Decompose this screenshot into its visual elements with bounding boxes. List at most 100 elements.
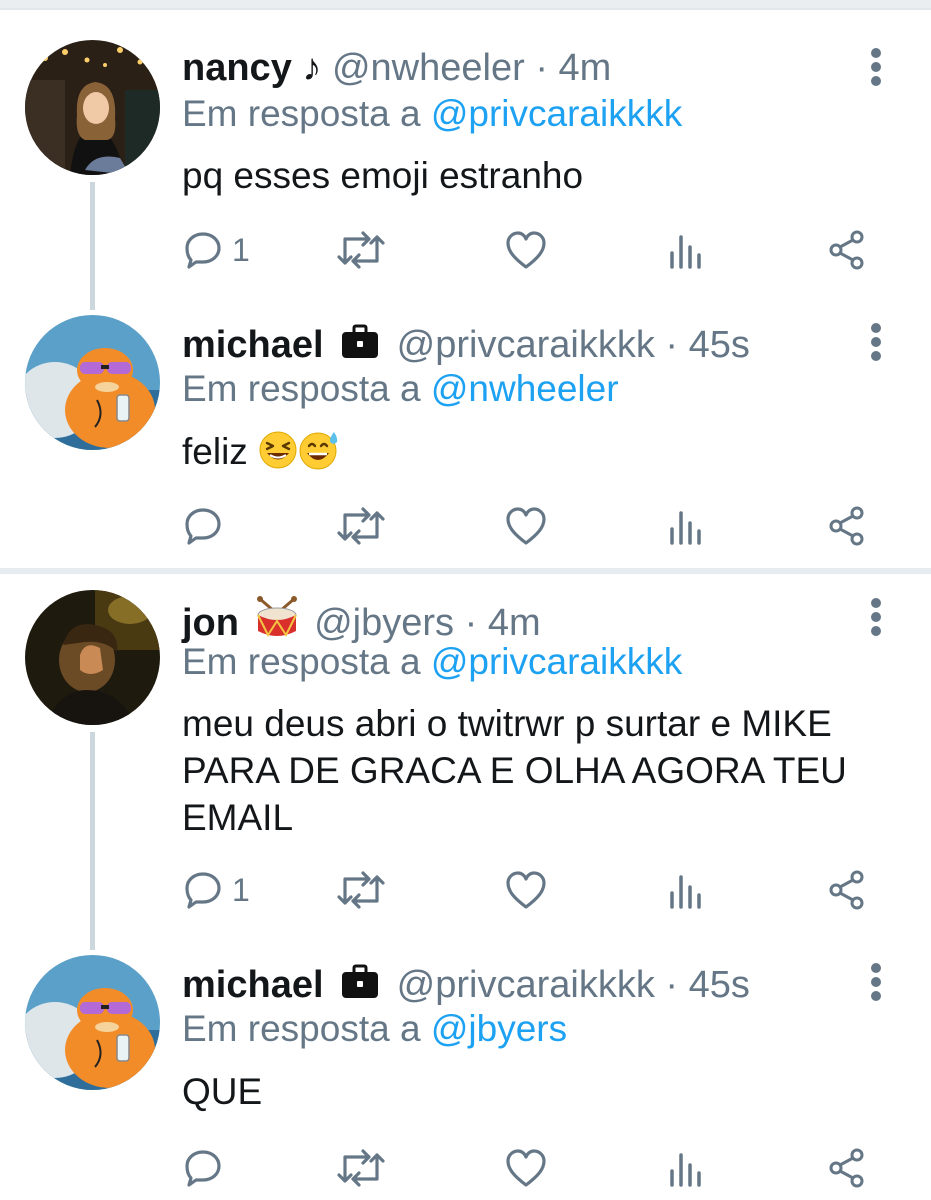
action-bar: 1 [182, 865, 882, 915]
retweet-button[interactable] [337, 865, 385, 915]
like-button[interactable] [504, 865, 548, 915]
share-button[interactable] [827, 1143, 867, 1193]
analytics-icon [670, 235, 701, 269]
display-name[interactable]: jon [182, 602, 239, 644]
reply-count: 1 [232, 871, 250, 908]
analytics-button[interactable] [667, 225, 703, 275]
retweet-icon [337, 231, 385, 269]
reply-icon [185, 872, 221, 909]
user-handle[interactable]: @nwheeler [332, 47, 525, 89]
reply-prefix: Em resposta a [182, 93, 421, 134]
retweet-icon [337, 1149, 385, 1187]
like-button[interactable] [504, 1143, 548, 1193]
reply-context: Em resposta a @nwheeler [182, 367, 619, 411]
like-button[interactable] [504, 225, 548, 275]
timestamp[interactable]: 4m [559, 47, 612, 89]
action-bar [182, 501, 882, 551]
like-button[interactable] [504, 501, 548, 551]
tweet-jon[interactable]: jon @jbyers · 4m Em resposta a @privcara… [0, 590, 931, 950]
reply-prefix: Em resposta a [182, 641, 421, 682]
reply-icon [185, 1150, 221, 1187]
timestamp[interactable]: 4m [488, 602, 541, 644]
like-icon [506, 231, 546, 269]
reply-button[interactable] [182, 1143, 224, 1193]
timestamp[interactable]: 45s [689, 964, 750, 1006]
avatar-jon[interactable] [25, 590, 160, 725]
tweet-header: michael @privcaraikkkk · 45s [182, 963, 851, 1010]
reply-button[interactable] [182, 501, 224, 551]
reply-context: Em resposta a @privcaraikkkk [182, 640, 682, 684]
avatar-michael[interactable] [25, 315, 160, 450]
reply-icon [185, 508, 221, 545]
display-name[interactable]: michael [182, 324, 324, 366]
reply-context: Em resposta a @jbyers [182, 1007, 567, 1051]
more-options-icon[interactable] [862, 48, 890, 88]
retweet-icon [337, 507, 385, 545]
reply-prefix: Em resposta a [182, 1008, 421, 1049]
retweet-button[interactable] [337, 501, 385, 551]
reply-count: 1 [232, 231, 250, 268]
tweet-header: nancy ♪ @nwheeler · 4m [182, 46, 851, 90]
more-options-icon[interactable] [862, 598, 890, 638]
share-icon [829, 230, 864, 270]
timestamp[interactable]: 45s [689, 324, 750, 366]
more-options-icon[interactable] [862, 323, 890, 363]
reply-context: Em resposta a @privcaraikkkk [182, 92, 682, 136]
music-note-decoration: ♪ [302, 47, 322, 89]
reply-mention[interactable]: @nwheeler [431, 368, 619, 409]
reply-mention[interactable]: @jbyers [431, 1008, 567, 1049]
separator: · [464, 602, 478, 644]
grinning-sweat-emoji [298, 430, 342, 481]
thread-connector [90, 182, 95, 310]
analytics-icon [670, 875, 701, 909]
separator: · [665, 324, 679, 366]
user-handle[interactable]: @privcaraikkkk [397, 964, 655, 1006]
action-bar [182, 1143, 882, 1193]
retweet-button[interactable] [337, 1143, 385, 1193]
top-divider [0, 0, 931, 10]
more-options-icon[interactable] [862, 963, 890, 1003]
reply-mention[interactable]: @privcaraikkkk [431, 93, 682, 134]
tweet-nancy[interactable]: nancy ♪ @nwheeler · 4m Em resposta a @pr… [0, 40, 931, 310]
tweet-michael-1[interactable]: michael @privcaraikkkk · 45s Em resposta… [0, 315, 931, 565]
user-handle[interactable]: @jbyers [314, 602, 454, 644]
analytics-button[interactable] [667, 501, 703, 551]
reply-prefix: Em resposta a [182, 368, 421, 409]
separator: · [665, 964, 679, 1006]
analytics-icon [670, 511, 701, 545]
analytics-button[interactable] [667, 865, 703, 915]
like-icon [506, 507, 546, 545]
reply-button[interactable]: 1 [182, 225, 250, 275]
share-button[interactable] [827, 225, 867, 275]
avatar-nancy[interactable] [25, 40, 160, 175]
briefcase-emoji [340, 964, 380, 1010]
retweet-button[interactable] [337, 225, 385, 275]
tweet-michael-2[interactable]: michael @privcaraikkkk · 45s Em resposta… [0, 955, 931, 1200]
like-icon [506, 1149, 546, 1187]
action-bar: 1 [182, 225, 882, 275]
reply-button[interactable]: 1 [182, 865, 250, 915]
share-button[interactable] [827, 501, 867, 551]
avatar-michael[interactable] [25, 955, 160, 1090]
reply-mention[interactable]: @privcaraikkkk [431, 641, 682, 682]
analytics-button[interactable] [667, 1143, 703, 1193]
conversation-divider [0, 568, 931, 574]
separator: · [535, 47, 548, 89]
analytics-icon [670, 1153, 701, 1187]
laughing-face-emoji [258, 430, 298, 481]
tweet-header: michael @privcaraikkkk · 45s [182, 323, 851, 370]
tweet-text: meu deus abri o twitrwr p surtar e MIKE … [182, 703, 847, 838]
retweet-icon [337, 871, 385, 909]
user-handle[interactable]: @privcaraikkkk [397, 324, 655, 366]
tweet-body: feliz [182, 428, 902, 481]
display-name[interactable]: michael [182, 964, 324, 1006]
share-button[interactable] [827, 865, 867, 915]
reply-icon [185, 232, 221, 269]
tweet-text: pq esses emoji estranho [182, 155, 584, 196]
thread-connector [90, 732, 95, 950]
tweet-text: QUE [182, 1071, 263, 1112]
tweet-text: feliz [182, 431, 248, 472]
briefcase-emoji [340, 324, 380, 370]
display-name[interactable]: nancy [182, 47, 292, 89]
share-icon [829, 1148, 864, 1188]
